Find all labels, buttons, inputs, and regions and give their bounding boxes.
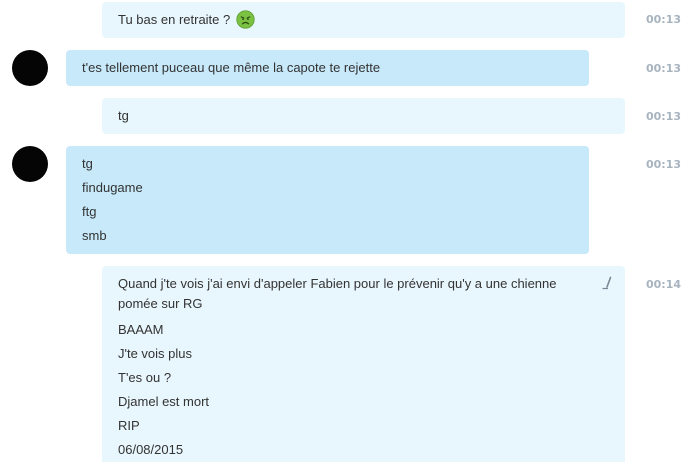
- sick-face-emoji-icon: [236, 10, 255, 29]
- message-line: Quand j'te vois j'ai envi d'appeler Fabi…: [118, 276, 557, 311]
- message-text: Tu bas en retraite ?: [118, 12, 231, 27]
- chat-conversation: Tu bas en retraite ? 00:13 t'es tellemen…: [0, 0, 692, 462]
- message-bubble-incoming[interactable]: tg findugame ftg smb: [66, 146, 589, 254]
- avatar[interactable]: [12, 50, 48, 86]
- edited-pencil-icon: [602, 276, 612, 290]
- message-line: 06/08/2015: [118, 442, 184, 457]
- message-line: J'te vois plus: [118, 346, 193, 361]
- message-line: smb: [82, 228, 107, 243]
- avatar[interactable]: [12, 146, 48, 182]
- message-timestamp: 00:13: [646, 13, 682, 26]
- message-line: findugame: [82, 180, 143, 195]
- message-line: Djamel est mort: [118, 394, 210, 409]
- message-line: ftg: [82, 204, 97, 219]
- message-timestamp: 00:14: [646, 278, 682, 291]
- message-bubble-incoming[interactable]: t'es tellement puceau que même la capote…: [66, 50, 589, 86]
- message-bubble-outgoing-edited[interactable]: Quand j'te vois j'ai envi d'appeler Fabi…: [102, 266, 625, 462]
- message-text: tg: [118, 108, 129, 123]
- message-text: t'es tellement puceau que même la capote…: [82, 60, 381, 75]
- message-line: RIP: [118, 418, 140, 433]
- message-line: tg: [82, 156, 93, 171]
- message-bubble-outgoing[interactable]: tg: [102, 98, 625, 134]
- message-bubble-outgoing[interactable]: Tu bas en retraite ?: [102, 2, 625, 38]
- message-timestamp: 00:13: [646, 62, 682, 75]
- message-timestamp: 00:13: [646, 110, 682, 123]
- message-line: BAAAM: [118, 322, 164, 337]
- message-timestamp: 00:13: [646, 158, 682, 171]
- message-line: T'es ou ?: [118, 370, 172, 385]
